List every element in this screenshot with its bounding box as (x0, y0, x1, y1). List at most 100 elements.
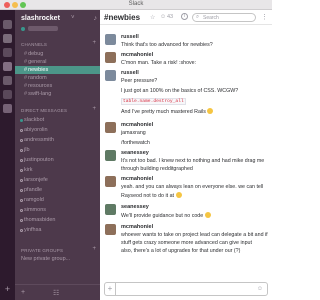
add-dm-button[interactable]: + (92, 106, 96, 112)
sidebar-channel-random[interactable]: #random (15, 74, 100, 82)
avatar[interactable] (105, 224, 116, 235)
hash-icon: # (24, 59, 28, 65)
more-options-icon[interactable]: ⋮ (261, 13, 268, 21)
files-icon[interactable]: ☷ (53, 289, 59, 297)
team-tile[interactable] (3, 90, 12, 99)
sidebar-dm-ramgold[interactable]: ramgold (15, 196, 100, 204)
presence-icon (20, 228, 23, 232)
add-icon[interactable]: + (21, 289, 25, 296)
avatar[interactable] (105, 150, 116, 161)
title-bar: Slack (0, 0, 272, 10)
avatar[interactable] (105, 176, 116, 187)
message-author[interactable]: mcmahoniel (121, 52, 153, 58)
message-list: russell Think that's too advanced for ne… (100, 26, 272, 282)
avatar[interactable] (105, 52, 116, 63)
presence-icon (20, 208, 23, 212)
team-tile[interactable] (3, 20, 12, 29)
team-tile[interactable] (3, 104, 12, 113)
dm-label: larsonjefe (24, 177, 48, 183)
sidebar-dm-abiyorolin[interactable]: abiyorolin (15, 126, 100, 134)
channel-header: #newbies ☆ ☺ 43 i ⌕ ⋮ (100, 10, 272, 25)
sidebar: slashrocket ˅ ♪ CHANNELS + #debug #genera… (15, 10, 100, 300)
private-groups-header[interactable]: PRIVATE GROUPS (21, 248, 63, 253)
team-tile[interactable] (3, 76, 12, 85)
message-author[interactable]: russell (121, 70, 139, 76)
sidebar-dm-larsonjefe[interactable]: larsonjefe (15, 176, 100, 184)
code-snippet: table.name.destroy_all (121, 98, 186, 105)
message-input[interactable] (119, 285, 249, 293)
message-author[interactable]: mcmahoniel (121, 224, 153, 230)
team-tile[interactable] (3, 62, 12, 71)
message-author[interactable]: mcmahoniel (121, 122, 153, 128)
emoji-icon[interactable]: ☺ (257, 286, 263, 292)
search-input[interactable] (203, 14, 253, 21)
member-count[interactable]: 43 (167, 14, 173, 20)
avatar[interactable] (105, 34, 116, 45)
channels-header[interactable]: CHANNELS (21, 42, 47, 47)
sidebar-dm-kirk[interactable]: kirk (15, 166, 100, 174)
sidebar-dm-jlb[interactable]: jlb (15, 146, 100, 154)
sidebar-dm-yinfhsa[interactable]: yinfhsa (15, 226, 100, 234)
presence-icon (20, 138, 23, 142)
current-user[interactable] (21, 25, 99, 33)
message-author[interactable]: seanessey (121, 204, 149, 210)
sidebar-dm-slackbot[interactable]: slackbot (15, 116, 100, 124)
search-icon: ⌕ (196, 14, 200, 20)
smile-emoji-icon (175, 192, 182, 198)
dm-label: justinpouton (24, 157, 54, 163)
members-icon[interactable]: ☺ (160, 14, 166, 20)
add-team-button[interactable]: + (3, 285, 12, 294)
presence-icon (20, 118, 23, 122)
info-icon[interactable]: i (181, 13, 188, 20)
add-group-button[interactable]: + (92, 246, 96, 252)
avatar[interactable] (105, 204, 116, 215)
smile-emoji-icon (207, 108, 214, 114)
sidebar-dm-justinpouton[interactable]: justinpouton (15, 156, 100, 164)
presence-icon (20, 188, 23, 192)
team-switcher-rail: + (0, 10, 15, 300)
sidebar-footer: + ☷ (15, 284, 100, 300)
channel-label: debug (28, 51, 44, 57)
direct-messages-header[interactable]: DIRECT MESSAGES (21, 108, 67, 113)
team-tile[interactable] (3, 48, 12, 57)
sidebar-channel-general[interactable]: #general (15, 58, 100, 66)
sidebar-dm-pfandle[interactable]: pfandle (15, 186, 100, 194)
sidebar-channel-newbies[interactable]: #newbies (15, 66, 100, 74)
attach-button[interactable]: + (105, 283, 116, 295)
dm-label: kirk (24, 167, 33, 173)
presence-icon (20, 158, 23, 162)
smile-emoji-icon (204, 212, 211, 218)
presence-icon (20, 128, 23, 132)
message-text: C'mon man. Take a risk! :shove: (121, 60, 197, 66)
team-tile[interactable] (3, 34, 12, 43)
dm-label: jlb (24, 147, 30, 153)
avatar[interactable] (105, 70, 116, 81)
dm-label: ramgold (24, 197, 44, 203)
sidebar-channel-debug[interactable]: #debug (15, 50, 100, 58)
message-text: whoever wants to take on project lead ca… (121, 232, 268, 238)
add-channel-button[interactable]: + (92, 40, 96, 46)
message-text: jamaxrang (121, 130, 146, 136)
sidebar-dm-simmons[interactable]: simmons (15, 206, 100, 214)
avatar[interactable] (105, 122, 116, 133)
dm-label: andressmith (24, 137, 54, 143)
new-private-group-link[interactable]: New private group... (21, 256, 70, 262)
star-icon[interactable]: ☆ (150, 14, 155, 21)
sidebar-channel-resources[interactable]: #resources (15, 82, 100, 90)
dm-label: pfandle (24, 187, 43, 193)
search-box[interactable]: ⌕ (192, 13, 256, 22)
message-author[interactable]: russell (121, 34, 139, 40)
team-name: slashrocket (21, 15, 60, 22)
message-author[interactable]: mcmahoniel (121, 176, 153, 182)
channel-label: swift-lang (28, 91, 52, 97)
sidebar-channel-swift-lang[interactable]: #swift-lang (15, 90, 100, 98)
message-text: table.name.destroy_all (121, 98, 186, 105)
sidebar-dm-andressmith[interactable]: andressmith (15, 136, 100, 144)
message-text: /forthewatch (121, 140, 150, 146)
bell-icon[interactable]: ♪ (94, 15, 98, 22)
message-author[interactable]: seanessey (121, 150, 149, 156)
sidebar-dm-thomasbiden[interactable]: thomasbiden (15, 216, 100, 224)
presence-icon (20, 218, 23, 222)
message-text: Think that's too advanced for newbies? (121, 42, 213, 48)
channel-title[interactable]: #newbies (104, 13, 140, 22)
